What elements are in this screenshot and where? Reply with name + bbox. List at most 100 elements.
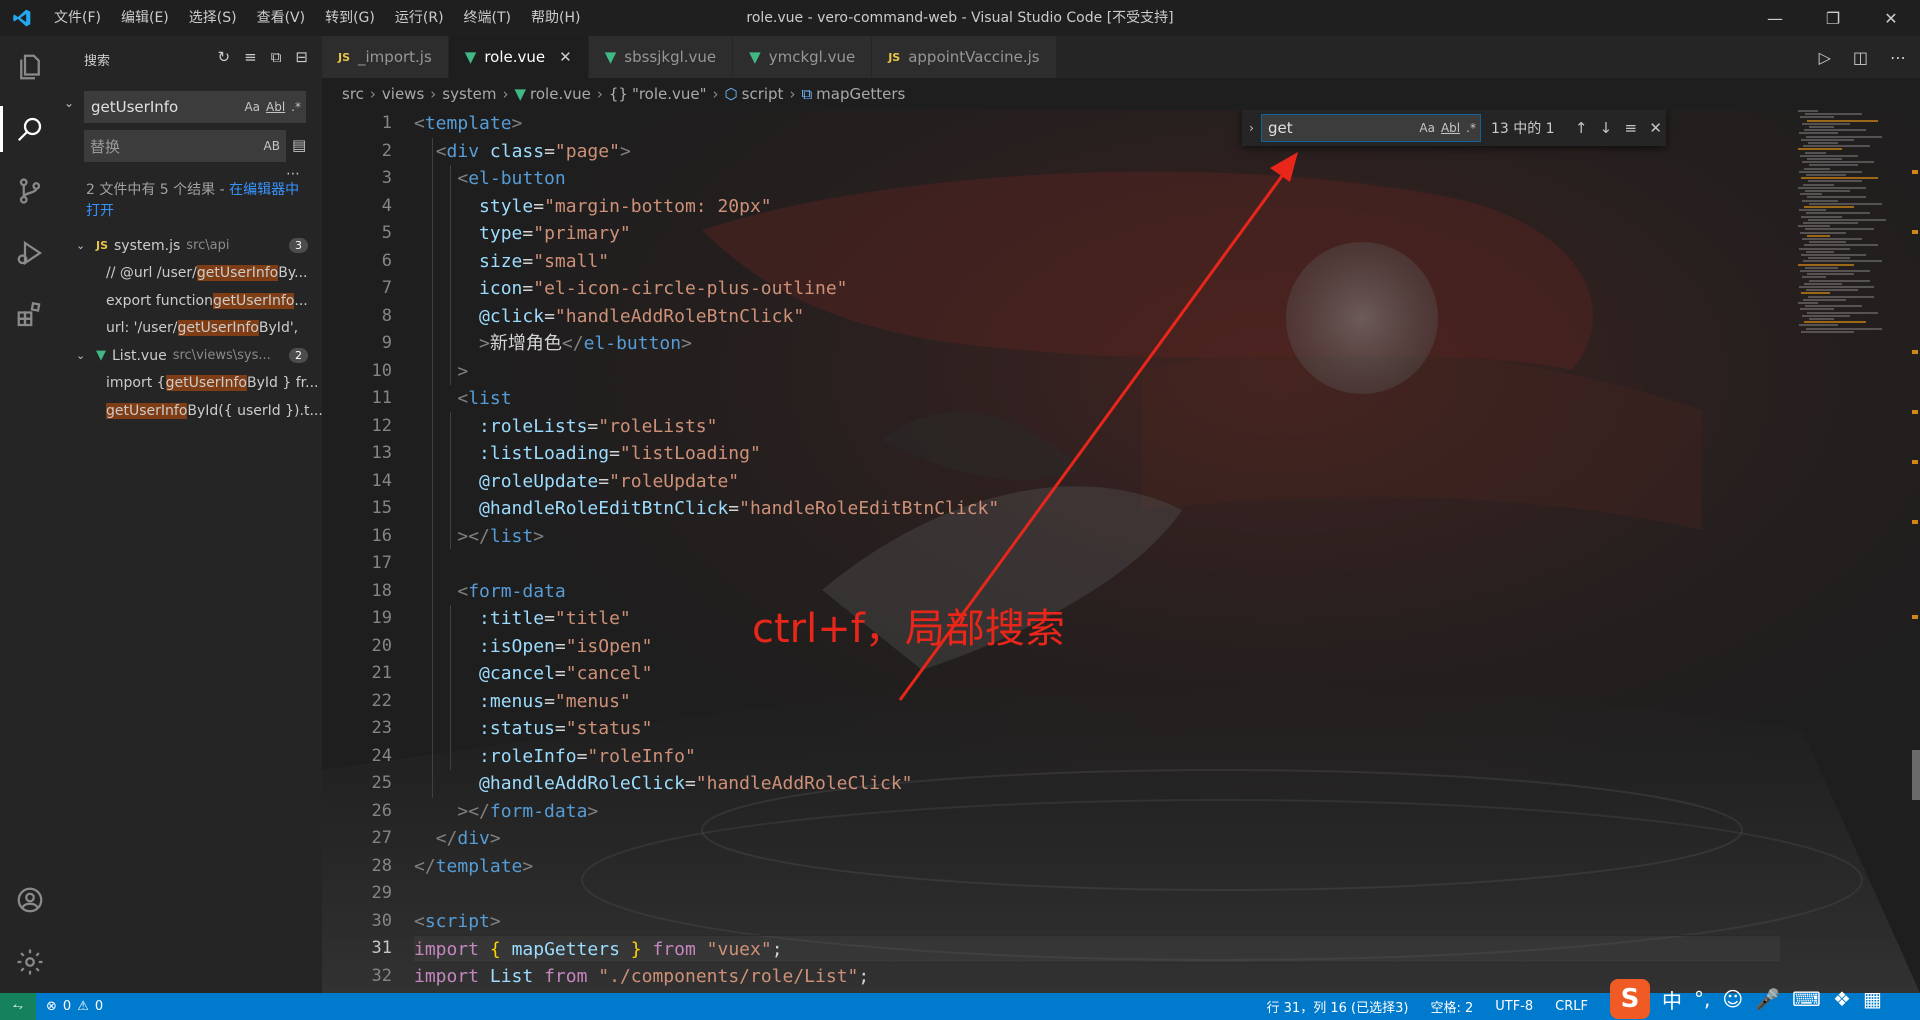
match-case-toggle[interactable]: Aa (244, 100, 260, 114)
collapse-all-icon[interactable]: ⊟ (295, 48, 308, 66)
breadcrumb-item[interactable]: script (742, 85, 784, 103)
breadcrumb-item[interactable]: src (342, 85, 364, 103)
result-match[interactable]: export function getUserInfo... (60, 287, 322, 315)
result-match[interactable]: import { getUserInfo ById } fr... (60, 370, 322, 398)
problems-indicator[interactable]: ⊗ 0 ⚠ 0 (46, 999, 103, 1014)
code-line[interactable]: :menus="menus" (414, 688, 1780, 716)
toolbox-icon[interactable]: ▦ (1863, 987, 1882, 1011)
code-line[interactable]: <form-data (414, 578, 1780, 606)
close-window-button[interactable]: ✕ (1862, 0, 1920, 36)
menu-item[interactable]: 转到(G) (315, 0, 385, 36)
keyboard-icon[interactable]: ⌨ (1792, 987, 1821, 1011)
code-line[interactable]: </div> (414, 825, 1780, 853)
result-file-js[interactable]: ⌄ JS system.js src\api 3 (60, 232, 322, 260)
code-line[interactable]: type="primary" (414, 220, 1780, 248)
code-line[interactable]: <el-button (414, 165, 1780, 193)
tab-file[interactable]: ▼ sbssjkgl.vue (588, 36, 734, 78)
tab-file[interactable]: ▼ ymckgl.vue (733, 36, 873, 78)
code-line[interactable]: :isOpen="isOpen" (414, 633, 1780, 661)
previous-match-icon[interactable]: ↑ (1571, 119, 1592, 137)
close-tab-icon[interactable]: ✕ (559, 48, 572, 66)
result-match[interactable]: getUserInfo ById({ userId }).t... (60, 397, 322, 425)
breadcrumb-item[interactable]: views (382, 85, 424, 103)
code-line[interactable]: :listLoading="listLoading" (414, 440, 1780, 468)
indentation[interactable]: 空格: 2 (1430, 997, 1473, 1016)
code-line[interactable]: </template> (414, 853, 1780, 881)
code-line[interactable]: <list (414, 385, 1780, 413)
code-line[interactable]: import { mapGetters } from "vuex"; (414, 935, 1780, 963)
next-match-icon[interactable]: ↓ (1596, 119, 1617, 137)
punctuation-icon[interactable]: °, (1694, 987, 1710, 1011)
line-ending[interactable]: CRLF (1555, 999, 1588, 1014)
tab-file[interactable]: JS _import.js (322, 36, 449, 78)
close-find-icon[interactable]: ✕ (1645, 119, 1666, 137)
code-line[interactable]: @roleUpdate="roleUpdate" (414, 468, 1780, 496)
code-line[interactable]: @click="handleAddRoleBtnClick" (414, 303, 1780, 331)
refresh-icon[interactable]: ↻ (218, 48, 231, 66)
breadcrumb-item[interactable]: role.vue (530, 85, 591, 103)
menu-item[interactable]: 文件(F) (44, 0, 111, 36)
code-line[interactable]: @handleRoleEditBtnClick="handleRoleEditB… (414, 495, 1780, 523)
run-debug-icon[interactable] (0, 222, 60, 284)
menu-item[interactable]: 运行(R) (385, 0, 454, 36)
code-line[interactable]: @cancel="cancel" (414, 660, 1780, 688)
more-actions-icon[interactable]: ⋯ (1890, 48, 1906, 67)
menu-item[interactable]: 终端(T) (454, 0, 521, 36)
new-search-editor-icon[interactable]: ⧉ (271, 48, 282, 66)
code-line[interactable]: style="margin-bottom: 20px" (414, 193, 1780, 221)
sogou-logo-icon[interactable]: S (1610, 979, 1650, 1019)
breadcrumb-item[interactable]: system (442, 85, 496, 103)
code-line[interactable]: icon="el-icon-circle-plus-outline" (414, 275, 1780, 303)
split-editor-icon[interactable]: ◫ (1853, 48, 1868, 67)
code-line[interactable]: >新增角色</el-button> (414, 330, 1780, 358)
result-match[interactable]: // @url /user/getUserInfo By... (60, 260, 322, 288)
microphone-icon[interactable]: 🎤 (1755, 987, 1780, 1011)
remote-icon[interactable]: ⥊ (0, 993, 36, 1020)
regex-toggle[interactable]: .* (291, 100, 301, 114)
code-line[interactable]: <script> (414, 908, 1780, 936)
settings-gear-icon[interactable] (0, 931, 60, 993)
find-in-selection-icon[interactable]: ≡ (1620, 119, 1641, 137)
cursor-position[interactable]: 行 31，列 16 (已选择3) (1267, 997, 1409, 1016)
code-line[interactable] (414, 550, 1780, 578)
account-icon[interactable] (0, 869, 60, 931)
code-line[interactable] (414, 880, 1780, 908)
emoji-icon[interactable]: ☺ (1722, 987, 1743, 1011)
menu-item[interactable]: 帮助(H) (521, 0, 590, 36)
vertical-scrollbar[interactable] (1910, 110, 1920, 993)
tab-file[interactable]: JS appointVaccine.js (872, 36, 1057, 78)
menu-item[interactable]: 编辑(E) (111, 0, 179, 36)
code-line[interactable]: > (414, 358, 1780, 386)
restore-button[interactable]: ❐ (1804, 0, 1862, 36)
code-line[interactable]: import List from "./components/role/List… (414, 963, 1780, 991)
source-control-icon[interactable] (0, 160, 60, 222)
toggle-replace-icon[interactable]: › (1242, 121, 1261, 135)
minimap[interactable] (1798, 110, 1906, 350)
result-file-vue[interactable]: ⌄ ▼ List.vue src\views\sys... 2 (60, 342, 322, 370)
code-line[interactable]: size="small" (414, 248, 1780, 276)
code-editor[interactable]: 1 2 3 4 5 6 7 8 9 10 11 12 13 14 15 16 17 18 19 20 21 22 23 24 2… (322, 110, 1920, 993)
replace-input[interactable]: 替换 AB (84, 130, 286, 162)
code-line[interactable]: :roleLists="roleLists" (414, 413, 1780, 441)
explorer-icon[interactable] (0, 36, 60, 98)
match-whole-word-toggle[interactable]: Abl (266, 100, 285, 114)
breadcrumb-item[interactable]: mapGetters (816, 85, 905, 103)
minimize-button[interactable]: — (1746, 0, 1804, 36)
find-regex-toggle[interactable]: .* (1466, 121, 1476, 135)
result-match[interactable]: url: '/user/getUserInfo ById', (60, 315, 322, 343)
code-lines[interactable]: <template> <div class="page"> <el-button… (414, 110, 1780, 990)
replace-all-icon[interactable]: ▤ (292, 136, 306, 154)
search-input[interactable]: getUserInfo Aa Abl .* (84, 91, 306, 123)
encoding[interactable]: UTF-8 (1495, 999, 1533, 1014)
find-whole-word-toggle[interactable]: Abl (1441, 121, 1460, 135)
code-line[interactable]: :title="title" (414, 605, 1780, 633)
skin-icon[interactable]: ❖ (1833, 987, 1851, 1011)
code-line[interactable]: ></list> (414, 523, 1780, 551)
code-line[interactable]: :roleInfo="roleInfo" (414, 743, 1780, 771)
ime-language[interactable]: 中 (1662, 985, 1682, 1014)
menu-item[interactable]: 选择(S) (179, 0, 247, 36)
find-match-case-toggle[interactable]: Aa (1419, 121, 1435, 135)
clear-results-icon[interactable]: ≡ (244, 48, 257, 66)
extensions-icon[interactable] (0, 284, 60, 346)
breadcrumb-item[interactable]: "role.vue" (632, 85, 707, 103)
